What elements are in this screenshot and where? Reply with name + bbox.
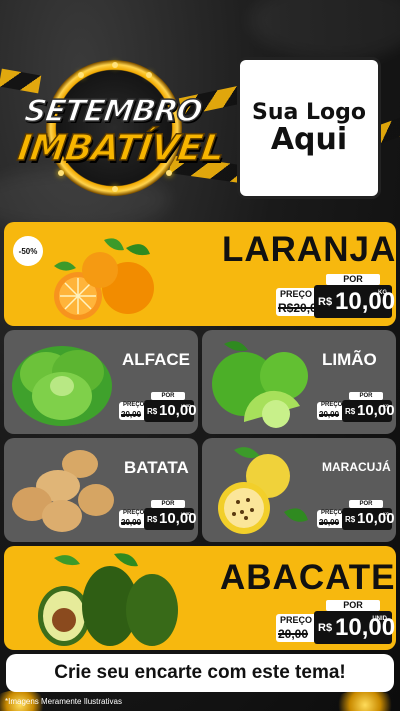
unit: UNID	[181, 511, 191, 516]
unit: KG	[383, 403, 389, 408]
potato-image	[12, 450, 114, 532]
price-tag: POR PREÇO R$20,00 R$ 10,00 KG	[276, 274, 395, 320]
por-label: POR	[151, 500, 185, 508]
product-card-batata: BATATA POR PREÇO 20,00 R$ 10,00 UNID	[4, 438, 198, 542]
badge-light	[58, 170, 64, 176]
discount-badge: -50%	[13, 236, 43, 266]
product-name: ABACATE	[220, 558, 396, 597]
unit: KG	[378, 290, 387, 296]
product-card-alface: ALFACE POR PREÇO 20,00 R$ 10,00 UNID	[4, 330, 198, 434]
preco-label: PREÇO	[321, 510, 343, 516]
product-name: MARACUJÁ	[322, 460, 391, 474]
badge-title-line1: SETEMBRO	[22, 93, 205, 130]
new-price-box: R$ 10,00 KG	[342, 508, 395, 530]
por-label: POR	[326, 274, 380, 285]
price-tag: POR PREÇO 20,00 R$ 10,00 KG	[317, 392, 395, 424]
price-tag: POR PREÇO 20,00 R$ 10,00 KG	[317, 500, 395, 532]
por-label: POR	[349, 392, 383, 400]
currency: R$	[345, 515, 356, 524]
campaign-badge: SETEMBRO IMBATÍVEL	[14, 58, 227, 198]
unit: UNID	[372, 616, 387, 622]
unit: UNID	[181, 403, 191, 408]
preco-label: PREÇO	[123, 402, 145, 408]
product-card-maracuja: MARACUJÁ POR PREÇO 20,00 R$ 10,00 KG	[202, 438, 396, 542]
new-price-box: R$ 10,00 UNID	[314, 611, 395, 644]
currency: R$	[318, 622, 333, 634]
lettuce-image	[12, 346, 112, 426]
por-label: POR	[326, 600, 380, 611]
badge-light	[166, 170, 172, 176]
currency: R$	[147, 407, 158, 416]
price-tag: POR PREÇO 20,00 R$ 10,00 UNID	[276, 600, 395, 646]
product-card-limao: LIMÃO POR PREÇO 20,00 R$ 10,00 KG	[202, 330, 396, 434]
logo-placeholder[interactable]: Sua Logo Aqui	[240, 60, 378, 196]
orange-image	[54, 238, 154, 320]
product-name: BATATA	[124, 458, 189, 477]
currency: R$	[147, 515, 158, 524]
lime-image	[212, 341, 308, 428]
new-price-box: R$ 10,00 UNID	[144, 400, 197, 422]
logo-text-line2: Aqui	[270, 121, 348, 157]
old-price: 20,00	[121, 518, 142, 527]
avocado-image	[38, 553, 178, 646]
old-price: 20,00	[278, 627, 309, 641]
preco-label: PREÇO	[321, 402, 343, 408]
price-tag: POR PREÇO 20,00 R$ 10,00 UNID	[119, 392, 197, 424]
badge-title-line2: IMBATÍVEL	[14, 127, 227, 170]
smoke-decoration	[250, 0, 400, 60]
product-name: LIMÃO	[322, 350, 377, 369]
badge-light	[78, 72, 84, 78]
preco-label: PREÇO	[280, 615, 313, 625]
por-label: POR	[151, 392, 185, 400]
old-price: 20,00	[319, 410, 340, 419]
new-price-box: R$ 10,00 KG	[314, 285, 395, 318]
currency: R$	[318, 296, 333, 308]
logo-text-line1: Sua Logo	[251, 99, 366, 125]
cta-banner[interactable]: Crie seu encarte com este tema!	[6, 654, 394, 692]
flyer-page: SETEMBRO IMBATÍVEL Sua Logo Aqui -50% LA…	[0, 0, 400, 711]
product-card-laranja: -50% LARANJA POR PREÇO R$20,00 R$ 10,00	[4, 222, 396, 326]
old-price: 20,00	[121, 410, 142, 419]
new-price-box: R$ 10,00 KG	[342, 400, 395, 422]
product-name: LARANJA	[222, 230, 396, 269]
badge-light	[112, 186, 118, 192]
disclaimer: *Imagens Meramente Ilustrativas	[5, 697, 122, 706]
badge-light	[112, 62, 118, 68]
por-label: POR	[349, 500, 383, 508]
cta-text: Crie seu encarte com este tema!	[54, 662, 346, 683]
passion-fruit-image	[218, 447, 308, 534]
price-tag: POR PREÇO 20,00 R$ 10,00 UNID	[119, 500, 197, 532]
badge-light	[146, 72, 152, 78]
preco-label: PREÇO	[280, 289, 313, 299]
old-price: 20,00	[319, 518, 340, 527]
product-name: ALFACE	[122, 350, 190, 369]
currency: R$	[345, 407, 356, 416]
bokeh-light	[330, 690, 400, 711]
unit: KG	[383, 511, 389, 516]
preco-label: PREÇO	[123, 510, 145, 516]
new-price-box: R$ 10,00 UNID	[144, 508, 197, 530]
product-card-abacate: ABACATE POR PREÇO 20,00 R$ 10,00 UNID	[4, 546, 396, 650]
